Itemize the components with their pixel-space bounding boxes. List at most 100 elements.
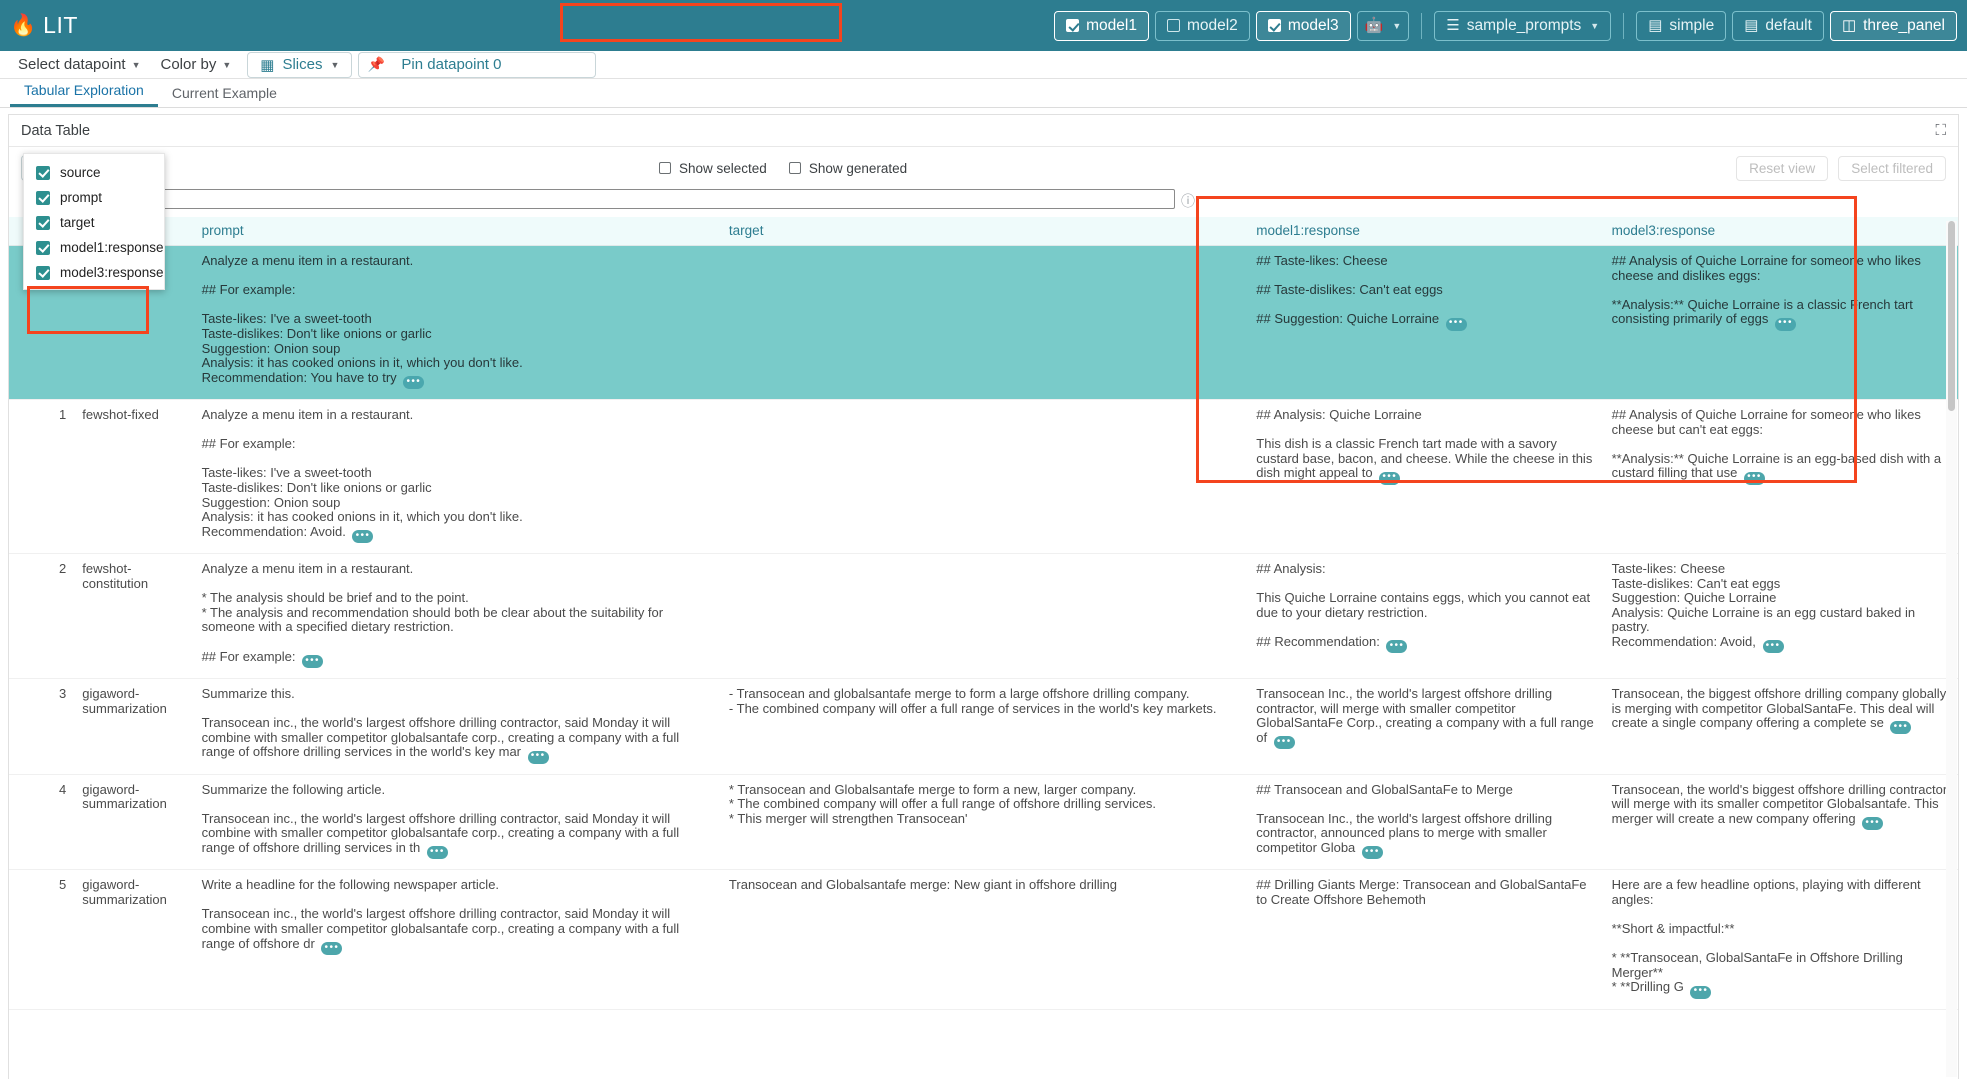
- expand-text-icon[interactable]: •••: [1386, 640, 1407, 653]
- pin-datapoint-label: Pin datapoint 0: [401, 56, 501, 73]
- tab-label: Current Example: [172, 85, 277, 101]
- vertical-scrollbar[interactable]: [1946, 221, 1957, 1077]
- table-row[interactable]: 3 gigaword-summarization Summarize this.…: [9, 678, 1958, 774]
- checkbox-icon: [1268, 19, 1281, 32]
- table-row[interactable]: 1 fewshot-fixed Analyze a menu item in a…: [9, 400, 1958, 554]
- table-toolbar: Columns ∧ Show selected Show generated R…: [9, 147, 1958, 189]
- col-header-model1-response[interactable]: model1:response: [1248, 217, 1603, 246]
- expand-text-icon[interactable]: •••: [427, 846, 448, 859]
- tab-label: Tabular Exploration: [24, 82, 144, 98]
- col-header-model3-response[interactable]: model3:response: [1604, 217, 1958, 246]
- expand-text-icon[interactable]: •••: [1890, 721, 1911, 734]
- flame-icon: 🔥: [10, 15, 36, 36]
- layout-selector-group: ▤ simple ▤ default ◫ three_panel: [1636, 11, 1957, 41]
- expand-text-icon[interactable]: •••: [1744, 472, 1765, 485]
- show-selected-checkbox[interactable]: Show selected: [659, 161, 767, 176]
- layout-chip-default[interactable]: ▤ default: [1732, 11, 1824, 41]
- checkbox-icon: [659, 162, 671, 174]
- table-row[interactable]: 4 gigaword-summarization Summarize the f…: [9, 774, 1958, 870]
- list-icon: ☰: [1446, 18, 1459, 33]
- col-header-prompt[interactable]: prompt: [194, 217, 721, 246]
- checkbox-icon: [1066, 19, 1079, 32]
- cell-prompt: Analyze a menu item in a restaurant. ## …: [194, 246, 721, 400]
- checkbox-icon: [789, 162, 801, 174]
- cell-source: fewshot-fixed: [74, 400, 193, 554]
- expand-text-icon[interactable]: •••: [528, 751, 549, 764]
- select-filtered-label: Select filtered: [1851, 161, 1933, 176]
- layout-label: default: [1765, 17, 1812, 35]
- columns-option-target[interactable]: target: [24, 210, 164, 235]
- search-row: ⓘ: [9, 189, 1958, 213]
- toolbar-divider: [1421, 13, 1422, 39]
- col-header-target[interactable]: target: [721, 217, 1248, 246]
- cell-index: 4: [9, 774, 74, 870]
- cell-source: gigaword-summarization: [74, 774, 193, 870]
- expand-text-icon[interactable]: •••: [1274, 736, 1295, 749]
- cell-model3-response: ## Analysis of Quiche Lorraine for someo…: [1604, 246, 1958, 400]
- color-by-menu[interactable]: Color by ▼: [151, 52, 242, 78]
- layout-chip-simple[interactable]: ▤ simple: [1636, 11, 1726, 41]
- expand-text-icon[interactable]: •••: [352, 530, 373, 543]
- dataset-selector[interactable]: ☰ sample_prompts ▼: [1434, 11, 1611, 41]
- expand-text-icon[interactable]: •••: [403, 376, 424, 389]
- app-brand: 🔥 LIT: [10, 12, 78, 39]
- cell-text: Analyze a menu item in a restaurant. ## …: [202, 253, 523, 385]
- slices-button[interactable]: ▦ Slices ▼: [247, 52, 352, 78]
- pin-icon: 📌: [359, 56, 393, 73]
- cell-model3-response: Transocean, the world's biggest offshore…: [1604, 774, 1958, 870]
- expand-text-icon[interactable]: •••: [1446, 318, 1467, 331]
- table-row[interactable]: 5 gigaword-summarization Write a headlin…: [9, 870, 1958, 1009]
- pin-datapoint-button[interactable]: 📌 Pin datapoint 0: [358, 52, 596, 78]
- columns-option-label: model1:response: [60, 240, 164, 255]
- checkbox-icon: [1167, 19, 1180, 32]
- expand-text-icon[interactable]: •••: [302, 655, 323, 668]
- columns-option-prompt[interactable]: prompt: [24, 185, 164, 210]
- model-chip-model3[interactable]: model3: [1256, 11, 1351, 41]
- tab-tabular-exploration[interactable]: Tabular Exploration: [10, 82, 158, 107]
- cell-prompt: Write a headline for the following newsp…: [194, 870, 721, 1009]
- cell-text: ## Taste-likes: Cheese ## Taste-dislikes…: [1256, 253, 1443, 326]
- expand-text-icon[interactable]: •••: [1379, 472, 1400, 485]
- checkbox-icon: [36, 241, 50, 255]
- table-row[interactable]: Analyze a menu item in a restaurant. ## …: [9, 246, 1958, 400]
- search-input[interactable]: [23, 189, 1175, 209]
- table-body: Analyze a menu item in a restaurant. ## …: [9, 246, 1958, 1010]
- model-selector-group: model1 model2 model3 🤖 ▼: [1054, 11, 1409, 41]
- columns-option-model3-response[interactable]: model3:response: [24, 260, 164, 285]
- main-tabs: Tabular Exploration Current Example: [0, 79, 1967, 108]
- add-model-button[interactable]: 🤖 ▼: [1357, 11, 1410, 41]
- grid-icon: ▤: [1744, 18, 1758, 33]
- select-datapoint-menu[interactable]: Select datapoint ▼: [8, 52, 151, 78]
- model-chip-model2[interactable]: model2: [1155, 11, 1250, 41]
- expand-text-icon[interactable]: •••: [1763, 640, 1784, 653]
- reset-view-button[interactable]: Reset view: [1736, 156, 1828, 181]
- columns-option-source[interactable]: source: [24, 160, 164, 185]
- cell-model1-response: ## Drilling Giants Merge: Transocean and…: [1248, 870, 1603, 1009]
- cell-index: 3: [9, 678, 74, 774]
- expand-text-icon[interactable]: •••: [321, 942, 342, 955]
- expand-text-icon[interactable]: •••: [1362, 846, 1383, 859]
- help-icon[interactable]: ⓘ: [1181, 191, 1195, 211]
- cell-text: ## Analysis of Quiche Lorraine for someo…: [1612, 253, 1925, 326]
- columns-option-model1-response[interactable]: model1:response: [24, 235, 164, 260]
- select-filtered-button[interactable]: Select filtered: [1838, 156, 1946, 181]
- model-chip-model1[interactable]: model1: [1054, 11, 1149, 41]
- robot-icon: 🤖: [1365, 18, 1384, 33]
- checkbox-icon: [36, 216, 50, 230]
- cell-source: gigaword-summarization: [74, 678, 193, 774]
- cell-target: [721, 246, 1248, 400]
- scrollbar-thumb[interactable]: [1948, 221, 1955, 411]
- tab-current-example[interactable]: Current Example: [158, 85, 291, 107]
- checkbox-icon: [36, 191, 50, 205]
- expand-text-icon[interactable]: •••: [1775, 318, 1796, 331]
- cell-model1-response: Transocean Inc., the world's largest off…: [1248, 678, 1603, 774]
- sub-toolbar: Select datapoint ▼ Color by ▼ ▦ Slices ▼…: [0, 51, 1967, 79]
- data-table-scroll-area[interactable]: prompt target model1:response model3:res…: [9, 217, 1958, 1079]
- expand-text-icon[interactable]: •••: [1690, 986, 1711, 999]
- expand-text-icon[interactable]: •••: [1862, 817, 1883, 830]
- show-generated-checkbox[interactable]: Show generated: [789, 161, 907, 176]
- layout-chip-three-panel[interactable]: ◫ three_panel: [1830, 11, 1957, 41]
- fullscreen-icon[interactable]: ⛶: [1935, 122, 1946, 139]
- table-row[interactable]: 2 fewshot-constitution Analyze a menu it…: [9, 554, 1958, 679]
- cell-model3-response: Here are a few headline options, playing…: [1604, 870, 1958, 1009]
